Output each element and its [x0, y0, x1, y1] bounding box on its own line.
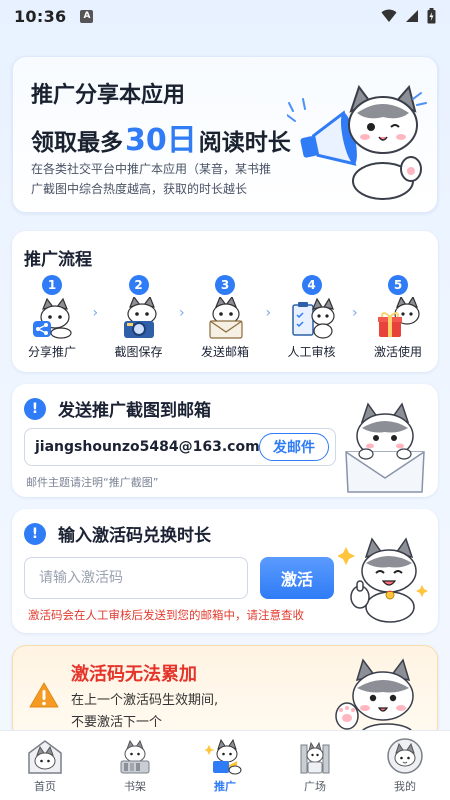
process-step: 2 截图保存	[103, 275, 175, 360]
nav-item-bookshelf[interactable]: 书架	[95, 737, 175, 794]
nav-item-plaza[interactable]: 广场	[275, 737, 355, 794]
banner-subtitle-post: 阅读时长	[198, 130, 291, 156]
send-email-button[interactable]: 发邮件	[259, 433, 329, 461]
nav-label-promote: 推广	[214, 780, 236, 793]
email-address-box: jiangshounzo5484@163.com 发邮件	[24, 428, 336, 466]
wifi-icon	[381, 9, 397, 22]
notice-text: 在上一个激活码生效期间, 不要激活下一个	[71, 690, 218, 734]
step-number: 3	[215, 275, 235, 295]
email-address[interactable]: jiangshounzo5484@163.com	[35, 439, 260, 455]
process-step: 3 发送邮箱	[189, 275, 261, 360]
cat-envelope-icon	[345, 402, 425, 493]
step-label: 截图保存	[114, 345, 163, 359]
nav-label-profile: 我的	[394, 780, 416, 793]
process-steps: 1 分享推广 › 2 截图保存 › 3 发送邮箱 › 4 人工审核 › 5 激活…	[16, 275, 434, 365]
banner-subtitle: 领取最多 30日 阅读时长	[31, 115, 291, 159]
step-arrow-icon: ›	[178, 305, 185, 321]
step-label: 人工审核	[287, 345, 336, 359]
mail-icon	[209, 297, 243, 339]
banner-subtitle-highlight: 30日	[125, 123, 197, 158]
warning-icon	[29, 682, 59, 708]
step-number: 5	[388, 275, 408, 295]
redeem-warning: 激活码会在人工审核后发送到您的邮箱中，请注意查收	[28, 608, 304, 622]
email-hint: 邮件主题请注明“推广截图”	[26, 476, 159, 489]
step-label: 激活使用	[373, 345, 422, 359]
promo-banner: 推广分享本应用 领取最多 30日 阅读时长 在各类社交平台中推广本应用（某音，某…	[12, 56, 438, 213]
cat-megaphone-icon	[287, 84, 427, 200]
battery-icon	[427, 8, 436, 24]
share-icon	[33, 297, 72, 339]
status-icons	[381, 8, 436, 24]
status-bar: 10:36 A	[0, 0, 450, 32]
camera-icon	[123, 297, 157, 338]
info-icon: !	[24, 522, 46, 545]
activate-button[interactable]: 激活	[260, 557, 334, 599]
promote-cat-icon	[205, 738, 242, 775]
email-section-title: 发送推广截图到邮箱	[58, 401, 211, 421]
nav-label-home: 首页	[34, 780, 56, 793]
nav-label-bookshelf: 书架	[124, 780, 146, 793]
nav-label-plaza: 广场	[304, 780, 326, 793]
process-title: 推广流程	[24, 250, 92, 270]
redeem-section-header: ! 输入激活码兑换时长	[24, 521, 211, 546]
clipboard-icon	[291, 297, 335, 339]
cat-thumbs-up-icon	[338, 537, 428, 623]
step-number: 1	[42, 275, 62, 295]
banner-description: 在各类社交平台中推广本应用（某音，某书推广截图中综合热度越高，获取的时长越长	[31, 162, 272, 196]
step-label: 发送邮箱	[200, 345, 249, 359]
step-label: 分享推广	[27, 345, 76, 359]
profile-cat-icon	[387, 738, 423, 774]
status-time: 10:36	[14, 6, 67, 26]
notice-card: 激活码无法累加 在上一个激活码生效期间, 不要激活下一个	[12, 645, 438, 740]
notice-title: 激活码无法累加	[71, 664, 197, 685]
redeem-section-title: 输入激活码兑换时长	[58, 526, 211, 546]
info-icon: !	[24, 397, 46, 420]
signal-icon	[406, 10, 418, 22]
step-number: 2	[128, 275, 149, 295]
process-step: 1 分享推广	[16, 275, 88, 360]
bottom-nav: 首页 书架 推广 广场 我的	[0, 730, 450, 800]
email-section: ! 发送推广截图到邮箱 jiangshounzo5484@163.com 发邮件…	[12, 384, 438, 497]
promo-process-card: 推广流程 1 分享推广 › 2 截图保存 › 3 发送邮箱 › 4 人工审核 ›…	[12, 231, 438, 372]
activation-code-input[interactable]	[24, 557, 248, 599]
step-arrow-icon: ›	[351, 305, 358, 321]
step-arrow-icon: ›	[92, 305, 99, 321]
banner-title: 推广分享本应用	[31, 83, 186, 108]
nav-item-promote[interactable]: 推广	[185, 737, 265, 794]
cat-waving-icon	[335, 658, 414, 738]
notice-line: 在上一个激活码生效期间,	[71, 693, 219, 708]
step-arrow-icon: ›	[265, 305, 272, 321]
gift-icon	[378, 297, 420, 337]
nav-item-profile[interactable]: 我的	[365, 737, 445, 794]
plaza-cat-icon	[300, 741, 330, 774]
notification-icon: A	[80, 9, 94, 23]
step-number: 4	[301, 275, 322, 295]
nav-item-home[interactable]: 首页	[5, 737, 85, 794]
redeem-section: ! 输入激活码兑换时长 激活 激活码会在人工审核后发送到您的邮箱中，请注意查收	[12, 509, 438, 633]
email-section-header: ! 发送推广截图到邮箱	[24, 396, 211, 421]
process-step: 4 人工审核	[276, 275, 348, 360]
banner-subtitle-pre: 领取最多	[31, 130, 123, 156]
bookshelf-cat-icon	[120, 739, 150, 774]
home-cat-icon	[28, 740, 62, 774]
process-step: 5 激活使用	[362, 275, 434, 360]
